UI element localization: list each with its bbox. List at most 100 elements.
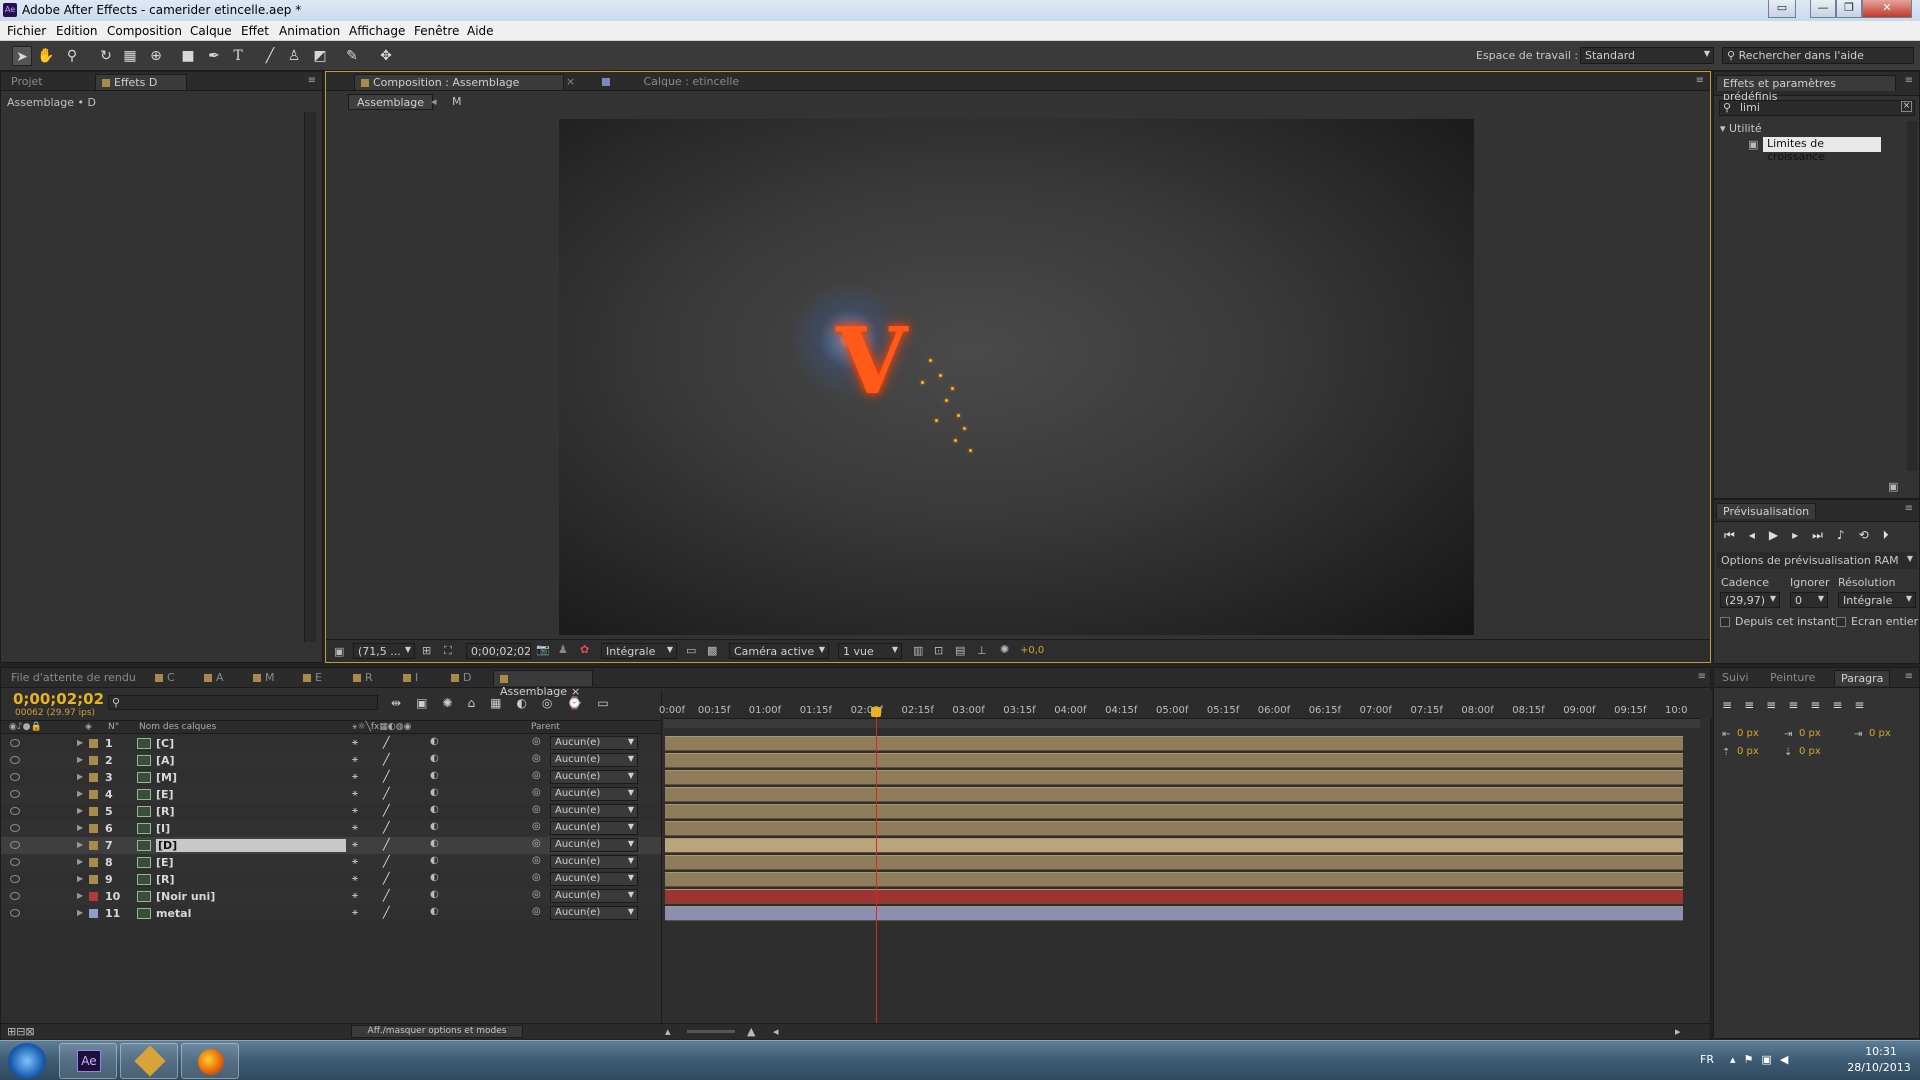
graph-editor-icon[interactable]: ◎ [542, 696, 567, 710]
puppet-tool-icon[interactable]: ✥ [376, 46, 396, 66]
transparency-grid-icon[interactable]: ▩ [707, 644, 717, 657]
tab-comp-d[interactable]: D [445, 670, 477, 686]
taskbar-firefox[interactable] [181, 1043, 239, 1079]
help-window-button[interactable]: ▭ [1768, 0, 1796, 18]
fullscreen-checkbox[interactable] [1836, 617, 1846, 627]
first-frame-icon[interactable]: ⏮ [1724, 528, 1749, 542]
playhead-handle[interactable] [870, 707, 881, 717]
ram-preview-options[interactable]: Options de prévisualisation RAM ▼ [1717, 552, 1917, 569]
visibility-eye-icon[interactable] [10, 756, 20, 764]
shy-switch-icon[interactable]: ⚹ [352, 890, 358, 901]
expand-triangle-icon[interactable]: ▶ [77, 891, 83, 900]
visibility-eye-icon[interactable] [10, 790, 20, 798]
parent-dropdown[interactable]: Aucun(e) ▼ [550, 753, 638, 767]
roto-brush-tool-icon[interactable]: ✎ [342, 46, 362, 66]
toggle-switches-modes-button[interactable]: Aff./masquer options et modes [351, 1025, 523, 1038]
layer-name[interactable]: [E] [156, 856, 174, 869]
quality-switch-icon[interactable]: ╱ [383, 821, 390, 834]
label-color-swatch[interactable] [89, 841, 98, 850]
brainstorm-icon[interactable]: ⌚ [567, 696, 597, 710]
table-row[interactable]: ▶ 1 [C] ⚹ ╱ ◐ ◎ Aucun(e) ▼ [1, 735, 661, 752]
tab-comp-a[interactable]: A [198, 670, 230, 686]
motion-blur-switch-icon[interactable]: ◐ [430, 906, 439, 917]
visibility-eye-icon[interactable] [10, 909, 20, 917]
views-dropdown[interactable]: 1 vue ▼ [838, 643, 902, 659]
time-zoom-slider[interactable] [687, 1030, 735, 1033]
tab-layer[interactable]: Calque : etincelle [596, 74, 745, 90]
layer-name[interactable]: [C] [156, 737, 174, 750]
panel-menu-icon[interactable]: ≡ [1905, 503, 1913, 514]
taskbar-after-effects[interactable]: Ae [59, 1043, 117, 1079]
camera-tool-icon[interactable]: ▦ [120, 46, 140, 66]
menu-calque[interactable]: Calque [190, 24, 232, 38]
cadence-dropdown[interactable]: (29,97) ▼ [1720, 592, 1780, 608]
comp-mini-flowchart-icon[interactable]: ⇹ [391, 696, 416, 710]
live-update-icon[interactable]: ▣ [416, 696, 442, 710]
flowchart-icon[interactable]: ⊥ [977, 644, 987, 657]
always-preview-icon[interactable]: ▣ [334, 645, 344, 658]
align-right-icon[interactable]: ≡ [1766, 698, 1788, 712]
layer-duration-bar[interactable] [665, 821, 1683, 836]
motion-blur-switch-icon[interactable]: ◐ [430, 872, 439, 883]
composition-viewer[interactable]: V [559, 119, 1474, 635]
preview-resolution-dropdown[interactable]: Intégrale ▼ [1838, 592, 1916, 608]
expand-triangle-icon[interactable]: ▶ [77, 738, 83, 747]
safe-zones-icon[interactable]: ⊞ [422, 644, 431, 657]
layer-name[interactable]: [D] [156, 839, 346, 852]
menu-effet[interactable]: Effet [241, 24, 269, 38]
layer-duration-bar[interactable] [665, 838, 1683, 853]
zoom-in-icon[interactable]: ▲ [747, 1025, 755, 1038]
rectangle-tool-icon[interactable]: ■ [178, 46, 198, 66]
parent-dropdown[interactable]: Aucun(e) ▼ [550, 736, 638, 750]
zoom-out-icon[interactable]: ▴ [665, 1025, 671, 1038]
fast-previews-icon[interactable]: ⊡ [934, 644, 943, 657]
tab-effects-controls[interactable]: Effets D [95, 74, 187, 90]
parent-dropdown[interactable]: Aucun(e) ▼ [550, 821, 638, 835]
start-button[interactable] [8, 1043, 46, 1079]
shy-switch-icon[interactable]: ⚹ [352, 771, 358, 782]
panel-menu-icon[interactable]: ≡ [1698, 671, 1706, 682]
panel-menu-icon[interactable]: ≡ [1905, 75, 1913, 86]
table-row[interactable]: ▶ 10 [Noir uni] ⚹ ╱ ◐ ◎ Aucun(e) ▼ [1, 888, 661, 905]
motion-blur-switch-icon[interactable]: ◐ [430, 855, 439, 866]
layer-duration-bar[interactable] [665, 889, 1683, 904]
visibility-eye-icon[interactable] [10, 892, 20, 900]
menu-edition[interactable]: Edition [56, 24, 98, 38]
toggle-panes-icons[interactable]: ⊞⊟⊠ [7, 1025, 35, 1038]
shy-switch-icon[interactable]: ⚹ [352, 839, 358, 850]
justify-left-icon[interactable]: ≡ [1788, 698, 1810, 712]
quality-switch-icon[interactable]: ╱ [383, 889, 390, 902]
flag-icon[interactable]: ⚑ [1744, 1053, 1762, 1066]
label-color-swatch[interactable] [89, 773, 98, 782]
indent-right-field[interactable]: 0 px [1869, 728, 1891, 739]
pan-behind-tool-icon[interactable]: ⊕ [146, 46, 166, 66]
brush-tool-icon[interactable]: ╱ [260, 46, 280, 66]
work-area-bar[interactable] [664, 718, 1700, 728]
new-preset-icon[interactable]: ▣ [1888, 480, 1898, 493]
frame-blending-icon[interactable]: ▦ [490, 696, 516, 710]
volume-icon[interactable]: ◀ [1780, 1053, 1796, 1066]
layer-duration-bar[interactable] [665, 872, 1683, 887]
clear-search-icon[interactable]: × [1901, 101, 1912, 112]
label-color-swatch[interactable] [89, 739, 98, 748]
rotate-tool-icon[interactable]: ↻ [96, 46, 116, 66]
resolution-dropdown[interactable]: Intégrale ▼ [601, 643, 677, 659]
layer-duration-bar[interactable] [665, 855, 1683, 870]
workspace-dropdown[interactable]: Standard ▼ [1580, 47, 1714, 64]
channel-icon[interactable]: ✿ [580, 643, 589, 656]
ignore-dropdown[interactable]: 0 ▼ [1790, 592, 1828, 608]
indent-left-field[interactable]: 0 px [1737, 728, 1759, 739]
clock-time[interactable]: 10:31 [1854, 1045, 1908, 1058]
tab-project[interactable]: Projet [5, 74, 49, 90]
layer-duration-bar[interactable] [665, 770, 1683, 785]
quality-switch-icon[interactable]: ╱ [383, 736, 390, 749]
parent-dropdown[interactable]: Aucun(e) ▼ [550, 855, 638, 869]
space-before-field[interactable]: 0 px [1737, 746, 1759, 757]
close-button[interactable]: ✕ [1862, 0, 1912, 18]
eraser-tool-icon[interactable]: ◩ [310, 46, 330, 66]
mask-visibility-icon[interactable]: ⛶ [444, 644, 452, 658]
effects-scrollbar[interactable] [1907, 121, 1917, 471]
justify-all-icon[interactable]: ≡ [1854, 698, 1876, 712]
motion-blur-switch-icon[interactable]: ◐ [430, 821, 439, 832]
tab-tracker[interactable]: Suivi [1716, 670, 1755, 686]
